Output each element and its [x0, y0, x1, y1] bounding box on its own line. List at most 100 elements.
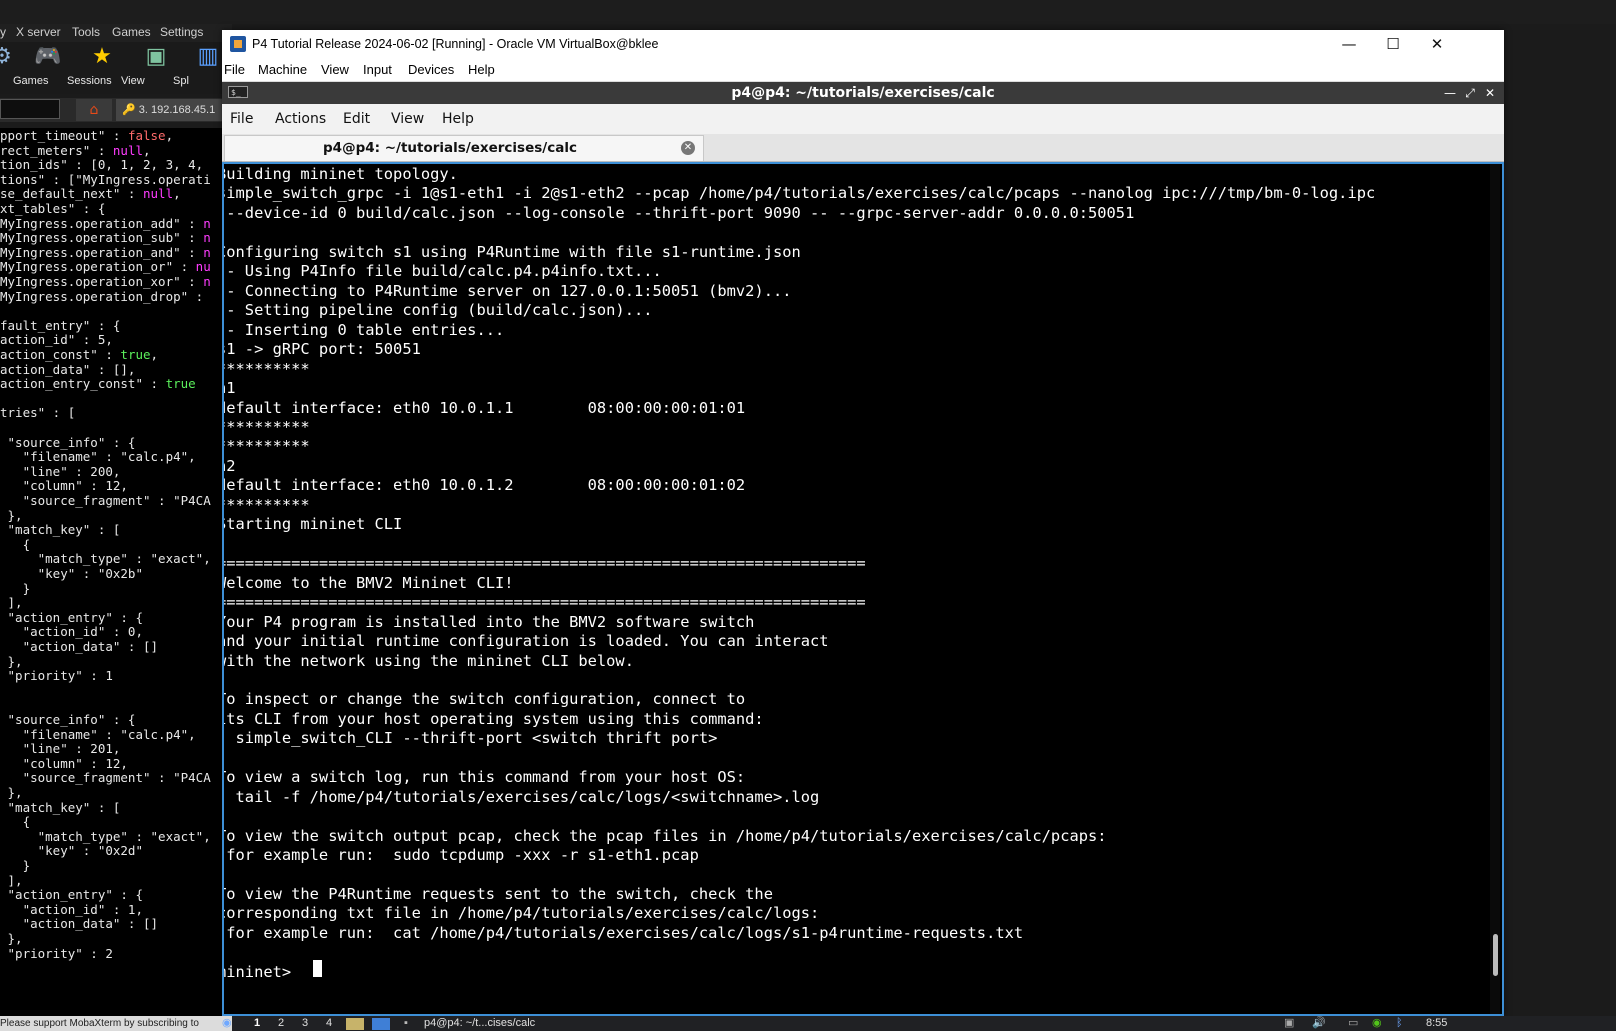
json-line: "source_info" : { — [0, 712, 136, 727]
terminal-scrollbar-thumb[interactable] — [1493, 934, 1498, 976]
moba-quick-connect-input[interactable] — [0, 99, 60, 119]
guest-terminal-screen[interactable]: Building mininet topology. simple_switch_… — [222, 162, 1504, 1016]
home-tab[interactable]: ⌂ — [76, 99, 112, 121]
json-line: tion_ids" : [0, 1, 2, 3, 4, — [0, 157, 204, 173]
moba-status-text: Please support MobaXterm by subscribing … — [0, 1018, 199, 1029]
guest-menu-view[interactable]: View — [391, 104, 424, 134]
json-line: "key" : "0x2d" — [0, 843, 143, 859]
json-line: "column" : 12, — [0, 755, 128, 771]
gamepad-icon: 🎮 — [34, 44, 62, 69]
status-ring-icon[interactable]: ◉ — [1372, 1016, 1382, 1031]
terminal-line: Your P4 program is installed into the BM… — [222, 612, 755, 631]
json-line: tions" : ["MyIngress.operati — [0, 171, 211, 187]
json-line: tries" : [ — [0, 405, 76, 421]
json-line: action_id" : 5, — [0, 332, 113, 348]
vm-display[interactable]: $_ p4@p4: ~/tutorials/exercises/calc — ⤢… — [222, 82, 1504, 1016]
tab-close-icon[interactable]: ✕ — [681, 141, 695, 155]
guest-minimize-button[interactable]: — — [1440, 82, 1460, 104]
guest-terminal-title: p4@p4: ~/tutorials/exercises/calc — [731, 85, 995, 101]
json-terminal-output[interactable]: pport_timeout" : false, rect_meters" : nu… — [0, 128, 232, 1016]
json-line: }, — [0, 785, 23, 800]
workspace-4[interactable]: 4 — [326, 1016, 332, 1031]
json-line: { — [0, 536, 31, 552]
json-line: "priority" : 2 — [0, 945, 113, 961]
json-line: rect_meters" : null, — [0, 142, 151, 158]
guest-terminal-titlebar[interactable]: $_ p4@p4: ~/tutorials/exercises/calc — ⤢… — [222, 82, 1504, 104]
json-line: "source_info" : { — [0, 434, 136, 450]
json-line: "key" : "0x2b" — [0, 566, 143, 581]
bluetooth-icon[interactable]: ᛒ — [1396, 1016, 1403, 1031]
moba-status-bar: Please support MobaXterm by subscribing … — [0, 1016, 232, 1031]
terminal-line: h1 — [224, 379, 236, 398]
maximize-button[interactable]: ☐ — [1370, 30, 1416, 59]
json-line: "source_fragment" : "P4CA — [0, 770, 211, 786]
terminal-line: default interface: eth0 10.0.1.1 08:00:0… — [222, 398, 746, 417]
json-line: MyIngress.operation_drop" : — [0, 288, 204, 304]
moba-menu-x-server[interactable]: X server — [16, 25, 61, 39]
terminal-line: Starting mininet CLI — [222, 515, 403, 534]
json-line: "line" : 200, — [0, 463, 121, 479]
terminal-line: To view the P4Runtime requests sent to t… — [222, 885, 773, 904]
vbox-menu-view[interactable]: View — [321, 59, 349, 81]
clock[interactable]: 8:55 — [1426, 1016, 1447, 1031]
json-line: "action_id" : 1, — [0, 901, 143, 917]
vbox-menu-help[interactable]: Help — [468, 59, 495, 81]
vbox-menu-devices[interactable]: Devices — [408, 59, 454, 81]
json-line: "priority" : 1 — [0, 668, 113, 684]
virtualbox-window: P4 Tutorial Release 2024-06-02 [Running]… — [222, 30, 1504, 1016]
guest-terminal-tab[interactable]: p4@p4: ~/tutorials/exercises/calc ✕ — [224, 135, 704, 161]
terminal-line: Configuring switch s1 using P4Runtime wi… — [222, 242, 801, 261]
key-icon: 🔑 — [122, 104, 136, 116]
guest-menu-actions[interactable]: Actions — [275, 104, 326, 134]
moba-menu-item[interactable]: y — [0, 25, 6, 39]
moba-menu-tools[interactable]: Tools — [72, 25, 100, 39]
minimize-button[interactable]: — — [1326, 30, 1372, 59]
vbox-menubar: File Machine View Input Devices Help — [222, 59, 1504, 82]
workspace-1[interactable]: 1 — [254, 1016, 260, 1031]
guest-terminal-menubar: File Actions Edit View Help — [222, 104, 1504, 134]
browser-icon[interactable] — [372, 1018, 390, 1030]
vbox-menu-file[interactable]: File — [224, 59, 245, 81]
mobaxterm-titlebar — [0, 0, 1616, 24]
vbox-menu-input[interactable]: Input — [363, 59, 392, 81]
start-menu-icon[interactable]: ◉ — [222, 1016, 232, 1031]
json-line: "column" : 12, — [0, 478, 128, 494]
terminal-line: ========================================… — [222, 554, 866, 573]
json-line: MyIngress.operation_and" : n — [0, 244, 211, 260]
json-line: "match_type" : "exact", — [0, 828, 211, 844]
guest-menu-edit[interactable]: Edit — [343, 104, 370, 134]
terminal-scrollbar[interactable] — [1490, 164, 1500, 1014]
terminal-line: simple_switch_grpc -i 1@s1-eth1 -i 2@s1-… — [222, 184, 1376, 203]
network-icon[interactable]: ▭ — [1348, 1016, 1358, 1031]
vbox-titlebar[interactable]: P4 Tutorial Release 2024-06-02 [Running]… — [222, 30, 1504, 59]
close-button[interactable]: ✕ — [1414, 30, 1460, 59]
json-line: MyIngress.operation_sub" : n — [0, 230, 211, 246]
tray-icon[interactable]: ▣ — [1284, 1016, 1294, 1031]
json-line: "action_id" : 0, — [0, 624, 143, 640]
json-line: ], — [0, 595, 23, 611]
workspace-2[interactable]: 2 — [278, 1016, 284, 1031]
moba-session-tab[interactable]: 🔑 3. 192.168.45.1 — [116, 99, 232, 121]
guest-menu-help[interactable]: Help — [442, 104, 474, 134]
guest-maximize-button[interactable]: ⤢ — [1460, 82, 1480, 104]
moba-session-tab-label: 3. 192.168.45.1 — [138, 104, 216, 116]
json-line: pport_timeout" : false, — [0, 128, 174, 143]
workspace-3[interactable]: 3 — [302, 1016, 308, 1031]
json-line: xt_tables" : { — [0, 201, 106, 216]
json-line: { — [0, 814, 31, 830]
terminal-line: To inspect or change the switch configur… — [222, 690, 746, 709]
home-icon: ⌂ — [89, 102, 99, 118]
taskbar-window-label[interactable]: p4@p4: ~/t...cises/calc — [424, 1016, 535, 1031]
moba-menu-games[interactable]: Games — [112, 25, 151, 39]
volume-icon[interactable]: 🔊 — [1312, 1016, 1326, 1031]
terminal-line: ********** — [222, 417, 310, 436]
folder-icon[interactable] — [346, 1018, 364, 1030]
guest-menu-file[interactable]: File — [230, 104, 253, 134]
vbox-menu-machine[interactable]: Machine — [258, 59, 307, 81]
terminal-line: ********** — [222, 359, 310, 378]
terminal-line: with the network using the mininet CLI b… — [222, 651, 634, 670]
terminal-line: - Connecting to P4Runtime server on 127.… — [222, 281, 792, 300]
json-line: "match_type" : "exact", — [0, 551, 211, 567]
guest-close-button[interactable]: ✕ — [1480, 82, 1500, 104]
moba-menu-settings[interactable]: Settings — [160, 25, 203, 39]
